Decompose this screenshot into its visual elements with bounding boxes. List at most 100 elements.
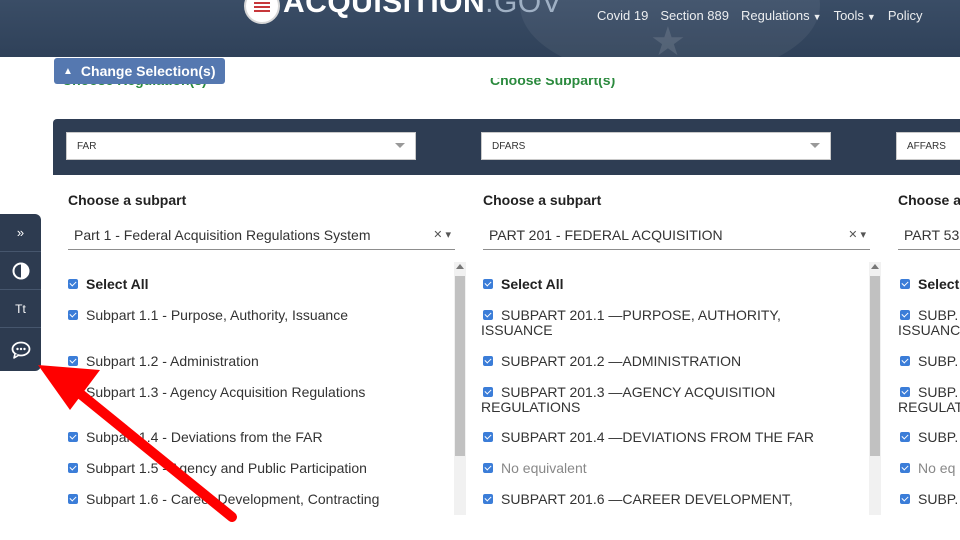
regulation-select-value: DFARS: [492, 140, 526, 152]
nav-link-covid[interactable]: Covid 19: [597, 8, 648, 23]
subpart-checkbox[interactable]: Subpart 1.2 - Administration: [68, 354, 259, 369]
nav-link-regulations[interactable]: Regulations ▼: [741, 8, 822, 23]
subpart-checkbox[interactable]: SUBPART 201.1 —PURPOSE, AUTHORITY,: [483, 308, 781, 323]
regulation-selector-bar: FAR DFARS AFFARS: [53, 119, 960, 175]
regulation-select-far[interactable]: FAR: [66, 132, 416, 160]
clear-and-dropdown-icon[interactable]: ✕ ▾: [433, 228, 451, 241]
checkbox-checked-icon: [483, 279, 493, 289]
subpart-checkbox[interactable]: SUBP.: [900, 492, 958, 507]
item-label: Select All: [86, 276, 149, 292]
checkbox-checked-icon: [483, 310, 493, 320]
subpart-list-far: Select All Subpart 1.1 - Purpose, Author…: [68, 258, 448, 518]
scrollbar-thumb[interactable]: [455, 276, 465, 456]
subpart-checkbox[interactable]: Subpart 1.4 - Deviations from the FAR: [68, 430, 323, 445]
item-label: No equivalent: [501, 460, 587, 476]
subpart-checkbox[interactable]: SUBPART 201.3 —AGENCY ACQUISITION: [483, 385, 775, 400]
subpart-checkbox[interactable]: Subpart 1.5 - Agency and Public Particip…: [68, 461, 367, 476]
gsa-seal-icon[interactable]: [244, 0, 280, 24]
chevron-up-icon: ▲: [63, 65, 73, 77]
checkbox-checked-icon: [900, 494, 910, 504]
feedback-button[interactable]: [0, 328, 41, 371]
regulation-select-dfars[interactable]: DFARS: [481, 132, 831, 160]
subpart-checkbox[interactable]: SUBPART 201.6 —CAREER DEVELOPMENT,: [483, 492, 793, 507]
item-label: Select All: [501, 276, 564, 292]
nav-link-section-889[interactable]: Section 889: [660, 8, 729, 23]
regulation-select-value: AFFARS: [907, 140, 946, 152]
caret-down-icon: ▼: [812, 12, 822, 22]
item-label: No eq: [918, 460, 956, 476]
checkbox-checked-icon: [483, 356, 493, 366]
checkbox-checked-icon: [900, 387, 910, 397]
checkbox-checked-icon: [68, 356, 78, 366]
subpart-checkbox[interactable]: SUBP.: [900, 354, 958, 369]
part-select-dfars[interactable]: PART 201 - FEDERAL ACQUISITION ✕ ▾: [483, 220, 870, 250]
scrollbar-thumb[interactable]: [870, 276, 880, 456]
part-select-affars[interactable]: PART 53: [898, 220, 960, 250]
far-column: Choose a subpart Part 1 - Federal Acquis…: [68, 175, 468, 540]
no-equivalent-checkbox[interactable]: No equivalent: [483, 461, 587, 476]
scrollbar[interactable]: [869, 262, 881, 515]
affars-column: Choose a PART 53 Select SUBP. ISSUANC SU…: [898, 175, 960, 540]
nav-link-label: Policy: [887, 8, 923, 23]
contrast-toggle-button[interactable]: [0, 252, 41, 290]
item-label: SUBPART 201.6 —CAREER DEVELOPMENT,: [501, 491, 793, 507]
checkbox-checked-icon: [68, 494, 78, 504]
star-watermark-icon: ★: [650, 20, 686, 57]
change-selection-button[interactable]: ▲ Change Selection(s): [54, 58, 225, 84]
select-all-checkbox[interactable]: Select: [900, 277, 959, 292]
checkbox-checked-icon: [483, 387, 493, 397]
item-label: SUBP.: [918, 429, 959, 445]
caret-down-icon: ▼: [866, 12, 876, 22]
clear-and-dropdown-icon[interactable]: ✕ ▾: [848, 228, 866, 241]
nav-link-label: Covid 19: [597, 8, 649, 23]
select-all-checkbox[interactable]: Select All: [68, 277, 149, 292]
item-label: Subpart 1.5 - Agency and Public Particip…: [86, 460, 367, 476]
site-logo[interactable]: ACQUISITION.GOV: [283, 0, 562, 20]
regulation-select-value: FAR: [77, 140, 97, 152]
subpart-label-continued: ISSUANCE: [481, 322, 553, 338]
nav-link-tools[interactable]: Tools ▼: [834, 8, 876, 23]
subpart-checkbox[interactable]: SUBP.: [900, 430, 958, 445]
checkbox-checked-icon: [68, 432, 78, 442]
subpart-label-continued: ISSUANC: [898, 322, 960, 338]
subpart-label-continued: REGULATIONS: [481, 399, 581, 415]
part-select-value: PART 201 - FEDERAL ACQUISITION: [489, 226, 723, 243]
expand-icon: »: [16, 225, 25, 240]
regulation-select-affars[interactable]: AFFARS: [896, 132, 960, 160]
select-all-checkbox[interactable]: Select All: [483, 277, 564, 292]
item-label: SUBPART 201.4 —DEVIATIONS FROM THE FAR: [501, 429, 815, 445]
subpart-checkbox[interactable]: Subpart 1.6 - Career Development, Contra…: [68, 492, 379, 507]
no-equivalent-checkbox[interactable]: No eq: [900, 461, 955, 476]
item-label: SUBPART 201.2 —ADMINISTRATION: [501, 353, 742, 369]
item-label: Subpart 1.2 - Administration: [86, 353, 259, 369]
subpart-list-dfars: Select All SUBPART 201.1 —PURPOSE, AUTHO…: [481, 258, 863, 518]
expand-toolbar-button[interactable]: »: [0, 214, 41, 252]
subpart-checkbox[interactable]: SUBP.: [900, 385, 958, 400]
subpart-checkbox[interactable]: Subpart 1.3 - Agency Acquisition Regulat…: [68, 385, 365, 400]
subpart-checkbox[interactable]: SUBPART 201.4 —DEVIATIONS FROM THE FAR: [483, 430, 814, 445]
checkbox-checked-icon: [900, 310, 910, 320]
scroll-up-icon[interactable]: [871, 264, 879, 269]
scroll-up-icon[interactable]: [456, 264, 464, 269]
contrast-icon: [12, 262, 29, 279]
chat-bubble-icon: [11, 341, 30, 359]
text-size-button[interactable]: Tt: [0, 290, 41, 328]
subpart-list-affars: Select SUBP. ISSUANC SUBP. SUBP. REGULAT…: [898, 258, 960, 518]
part-select-value: PART 53: [904, 226, 960, 243]
part-select-far[interactable]: Part 1 - Federal Acquisition Regulations…: [68, 220, 455, 250]
subpart-checkbox[interactable]: SUBPART 201.2 —ADMINISTRATION: [483, 354, 741, 369]
checkbox-checked-icon: [900, 463, 910, 473]
checkbox-checked-icon: [483, 494, 493, 504]
nav-link-policy[interactable]: Policy: [888, 8, 923, 23]
subpart-checkbox[interactable]: Subpart 1.1 - Purpose, Authority, Issuan…: [68, 308, 348, 323]
item-label: SUBP.: [918, 491, 959, 507]
scrollbar[interactable]: [454, 262, 466, 515]
item-label: SUBP.: [918, 307, 959, 323]
change-selection-label: Change Selection(s): [80, 63, 216, 79]
checkbox-checked-icon: [900, 356, 910, 366]
dfars-column: Choose a subpart PART 201 - FEDERAL ACQU…: [481, 175, 883, 540]
item-label: Subpart 1.4 - Deviations from the FAR: [86, 429, 323, 445]
subpart-checkbox[interactable]: SUBP.: [900, 308, 958, 323]
item-label: SUBP.: [918, 384, 959, 400]
nav-link-label: Regulations: [740, 8, 810, 23]
